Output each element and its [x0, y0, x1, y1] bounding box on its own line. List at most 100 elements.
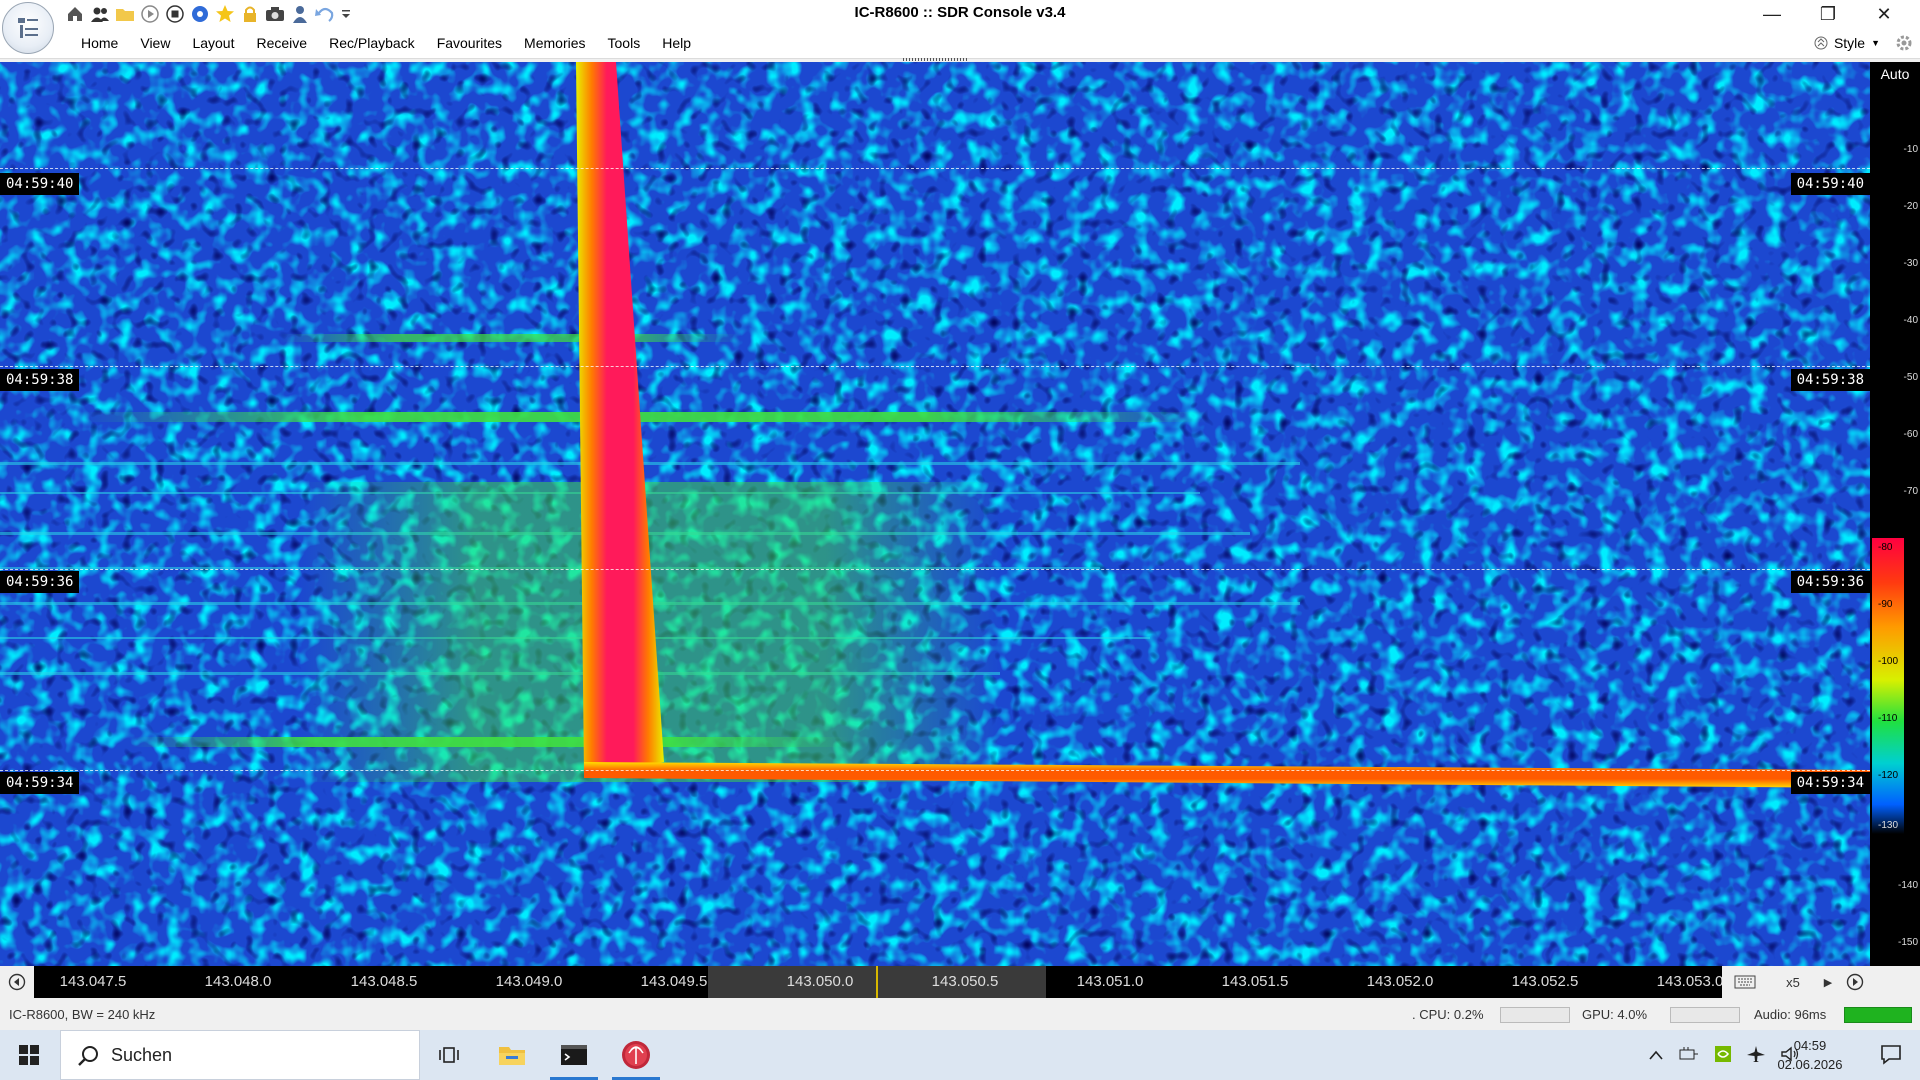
freq-tick-label: 143.052.5 — [1511, 973, 1579, 990]
db-tick: -150 — [1897, 937, 1918, 948]
application-menu-button[interactable] — [2, 2, 54, 54]
menu-memories[interactable]: Memories — [513, 34, 596, 52]
notification-center-icon[interactable] — [1880, 1043, 1902, 1065]
start-button[interactable] — [0, 1030, 58, 1080]
db-tick: -60 — [1903, 429, 1918, 440]
menu-view[interactable]: View — [129, 34, 181, 52]
scale-auto-button[interactable]: Auto — [1870, 62, 1920, 86]
cpu-meter — [1500, 1007, 1570, 1023]
freq-tick-label: 143.051.0 — [1076, 973, 1144, 990]
menu-favourites[interactable]: Favourites — [426, 34, 513, 52]
task-view-icon — [439, 1047, 459, 1063]
color-scale-bar[interactable]: -80 -90 -100 -110 -120 -130 — [1872, 538, 1904, 834]
timestamp-label-left: 04:59:38 — [0, 369, 80, 391]
panel-resize-grip[interactable] — [903, 58, 967, 61]
colorbar-tick: -130 — [1878, 820, 1899, 831]
style-label: Style — [1833, 35, 1866, 51]
minimize-button[interactable]: — — [1744, 0, 1800, 28]
freq-tick-label: 143.051.5 — [1221, 973, 1289, 990]
chevron-up-icon[interactable] — [1648, 1048, 1664, 1064]
timestamp-label-right: 04:59:38 — [1790, 369, 1870, 391]
menu-tools[interactable]: Tools — [597, 34, 652, 52]
gear-icon[interactable] — [1894, 33, 1914, 53]
search-placeholder: Suchen — [111, 1045, 173, 1065]
time-gridline — [0, 168, 1870, 169]
clock-time: 04:59 — [1793, 1038, 1827, 1053]
tuned-frequency-marker[interactable] — [876, 966, 878, 998]
status-bar: IC-R8600, BW = 240 kHz . CPU: 0.2% GPU: … — [0, 998, 1920, 1030]
menu-bar: Home View Layout Receive Rec/Playback Fa… — [0, 28, 1920, 59]
time-gridline — [0, 770, 1870, 771]
nvidia-icon[interactable] — [1714, 1045, 1732, 1066]
taskbar-file-explorer[interactable] — [482, 1030, 542, 1080]
device-status: IC-R8600, BW = 240 kHz — [9, 1007, 156, 1022]
network-adapter-icon[interactable] — [1678, 1046, 1700, 1065]
sdr-console-icon — [622, 1041, 650, 1069]
taskbar-clock[interactable]: 04:59 02.06.2026 — [1770, 1036, 1850, 1074]
timestamp-label-right: 04:59:40 — [1790, 173, 1870, 195]
search-icon — [78, 1046, 98, 1066]
audio-meter — [1844, 1007, 1912, 1023]
timestamp-label-right: 04:59:34 — [1790, 772, 1870, 794]
taskbar-search[interactable]: Suchen — [60, 1030, 420, 1080]
window-title: IC-R8600 :: SDR Console v3.4 — [854, 4, 1066, 21]
scroll-right-button[interactable] — [1838, 966, 1872, 998]
db-tick: -140 — [1897, 880, 1918, 891]
timestamp-label-left: 04:59:34 — [0, 772, 80, 794]
freq-tick-label: 143.052.0 — [1366, 973, 1434, 990]
scroll-left-icon — [8, 973, 26, 991]
freq-tick-label: 143.047.5 — [59, 973, 127, 990]
frequency-axis[interactable]: 143.047.5 143.048.0 143.048.5 143.049.0 … — [0, 966, 1920, 998]
db-tick: -10 — [1903, 144, 1918, 155]
colorbar-tick: -100 — [1878, 656, 1899, 667]
menu-rec-playback[interactable]: Rec/Playback — [318, 34, 426, 52]
airplane-mode-icon[interactable] — [1746, 1045, 1766, 1066]
freq-tick-label: 143.049.5 — [640, 973, 708, 990]
scroll-left-button[interactable] — [0, 966, 34, 998]
zoom-next-button[interactable]: ▶ — [1818, 966, 1838, 998]
zoom-value: x5 — [1786, 974, 1800, 990]
chevron-down-icon: ▼ — [1871, 38, 1880, 48]
taskbar-terminal[interactable] — [544, 1030, 604, 1080]
timestamp-label-left: 04:59:40 — [0, 173, 80, 195]
db-tick: -20 — [1903, 201, 1918, 212]
menu-home[interactable]: Home — [70, 34, 129, 52]
db-scale[interactable]: Auto -10 -20 -30 -40 -50 -60 -70 -80 -90… — [1870, 62, 1920, 966]
close-button[interactable]: ✕ — [1856, 0, 1912, 28]
timestamp-label-left: 04:59:36 — [0, 571, 80, 593]
time-gridline — [0, 569, 1870, 570]
menu-layout[interactable]: Layout — [181, 34, 245, 52]
timestamp-label-right: 04:59:36 — [1790, 571, 1870, 593]
colorbar-tick: -120 — [1878, 770, 1899, 781]
waterfall-spectrogram — [0, 62, 1870, 966]
app-menu-icon — [18, 18, 38, 38]
style-dropdown[interactable]: Style ▼ — [1814, 34, 1880, 52]
freq-tick-label: 143.048.5 — [350, 973, 418, 990]
menu-receive[interactable]: Receive — [246, 34, 319, 52]
freq-tick-label: 143.050.0 — [786, 973, 854, 990]
restore-button[interactable]: ❐ — [1800, 0, 1856, 28]
db-tick: -50 — [1903, 372, 1918, 383]
zoom-selector[interactable]: x5 — [1768, 966, 1818, 998]
freq-tick-label: 143.048.0 — [204, 973, 272, 990]
db-tick: -70 — [1903, 486, 1918, 497]
task-view-button[interactable] — [420, 1030, 480, 1080]
triangle-right-icon: ▶ — [1823, 976, 1833, 989]
gpu-status: GPU: 4.0% — [1582, 1007, 1648, 1022]
keyboard-icon — [1734, 975, 1756, 989]
scale-corner — [1872, 966, 1920, 998]
waterfall-display[interactable]: 04:59:40 04:59:40 04:59:38 04:59:38 04:5… — [0, 62, 1870, 966]
keyboard-button[interactable] — [1722, 966, 1768, 998]
colorbar-tick: -90 — [1878, 599, 1893, 610]
colorbar-tick: -80 — [1878, 542, 1893, 553]
terminal-icon — [561, 1045, 587, 1065]
gpu-meter — [1670, 1007, 1740, 1023]
audio-status: Audio: 96ms — [1754, 1007, 1827, 1022]
db-tick: -40 — [1903, 315, 1918, 326]
cpu-status: . CPU: 0.2% — [1412, 1007, 1484, 1022]
title-bar: IC-R8600 :: SDR Console v3.4 — ❐ ✕ — [0, 0, 1920, 28]
taskbar-sdr-console[interactable] — [606, 1030, 666, 1080]
clock-date: 02.06.2026 — [1777, 1057, 1843, 1072]
menu-help[interactable]: Help — [651, 34, 702, 52]
folder-icon — [499, 1047, 525, 1065]
